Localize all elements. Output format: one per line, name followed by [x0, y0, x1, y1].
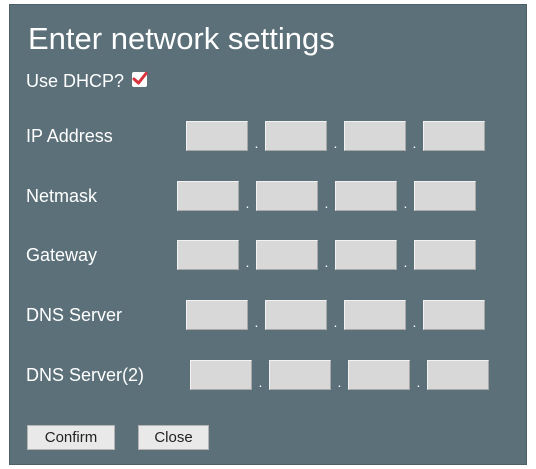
dhcp-label: Use DHCP?	[26, 71, 125, 91]
dns-server-octet-3[interactable]	[344, 300, 406, 330]
octet-separator: .	[333, 314, 338, 330]
dns-server-2-octet-4[interactable]	[427, 360, 489, 390]
octet-separator: .	[412, 135, 417, 151]
gateway-octet-2[interactable]	[256, 240, 318, 270]
checkmark-icon	[132, 72, 148, 85]
gateway-octet-1[interactable]	[177, 240, 239, 270]
netmask-octet-4[interactable]	[414, 181, 476, 211]
dhcp-row: Use DHCP?	[26, 71, 148, 92]
octet-separator: .	[254, 135, 259, 151]
ip-address-octet-1[interactable]	[186, 121, 248, 151]
ip-address-octet-3[interactable]	[344, 121, 406, 151]
octet-separator: .	[416, 374, 421, 390]
dns-server-2-octets: . . .	[190, 360, 489, 390]
dns-server-octet-2[interactable]	[265, 300, 327, 330]
dhcp-checkbox[interactable]	[132, 72, 148, 87]
octet-separator: .	[245, 195, 250, 211]
dns-server-2-octet-2[interactable]	[269, 360, 331, 390]
octet-separator: .	[245, 254, 250, 270]
gateway-octet-3[interactable]	[335, 240, 397, 270]
octet-separator: .	[403, 254, 408, 270]
dialog-title: Enter network settings	[28, 21, 335, 56]
ip-address-label: IP Address	[26, 126, 113, 146]
octet-separator: .	[258, 374, 263, 390]
confirm-button[interactable]: Confirm	[27, 425, 115, 450]
network-settings-dialog: Enter network settings Use DHCP? IP Addr…	[9, 4, 527, 465]
gateway-octet-4[interactable]	[414, 240, 476, 270]
ip-address-octet-2[interactable]	[265, 121, 327, 151]
octet-separator: .	[333, 135, 338, 151]
netmask-octet-2[interactable]	[256, 181, 318, 211]
close-button[interactable]: Close	[138, 425, 209, 450]
netmask-octet-3[interactable]	[335, 181, 397, 211]
octet-separator: .	[337, 374, 342, 390]
netmask-label: Netmask	[26, 186, 98, 206]
dns-server-2-label: DNS Server(2)	[26, 365, 145, 385]
ip-address-octets: . . .	[186, 121, 485, 151]
ip-address-octet-4[interactable]	[423, 121, 485, 151]
gateway-label: Gateway	[26, 245, 98, 265]
netmask-octet-1[interactable]	[177, 181, 239, 211]
octet-separator: .	[412, 314, 417, 330]
octet-separator: .	[403, 195, 408, 211]
dns-server-2-octet-3[interactable]	[348, 360, 410, 390]
dns-server-octets: . . .	[186, 300, 485, 330]
dns-server-2-octet-1[interactable]	[190, 360, 252, 390]
gateway-octets: . . .	[177, 240, 476, 270]
octet-separator: .	[254, 314, 259, 330]
octet-separator: .	[324, 195, 329, 211]
dns-server-octet-4[interactable]	[423, 300, 485, 330]
dns-server-octet-1[interactable]	[186, 300, 248, 330]
dns-server-label: DNS Server	[26, 305, 123, 325]
octet-separator: .	[324, 254, 329, 270]
netmask-octets: . . .	[177, 181, 476, 211]
